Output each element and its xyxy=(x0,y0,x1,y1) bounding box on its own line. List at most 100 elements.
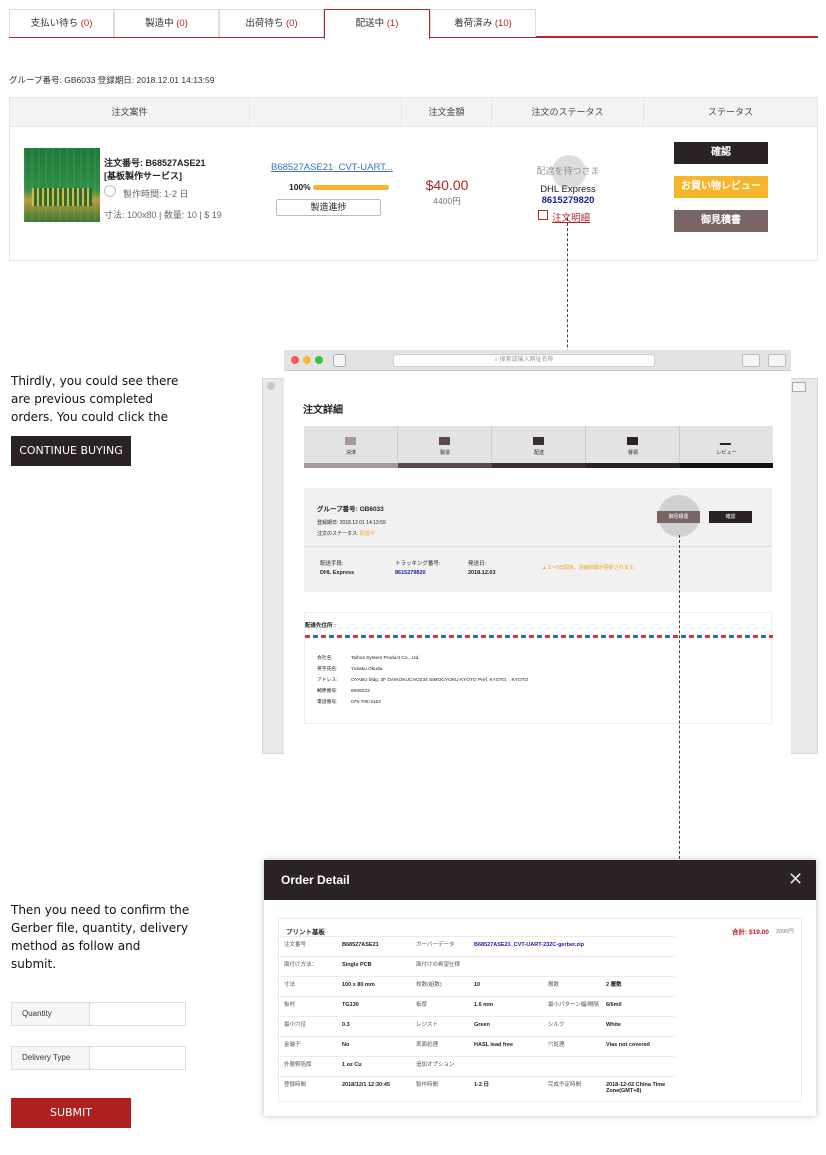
instruction-line: Thirdly, you could see there xyxy=(11,374,179,388)
continue-buying-button[interactable]: CONTINUE BUYING xyxy=(11,436,131,466)
tabs-overview-icon xyxy=(792,382,806,392)
instruction-text-1: Thirdly, you could see there are previou… xyxy=(11,372,178,426)
gerber-file-link[interactable]: B68527ASE21_CVT-UART... xyxy=(271,162,393,173)
spec-value: HASL lead free xyxy=(474,1042,514,1048)
warning-note: ▲ 1～3日間後、追跡情報が更新されます。 xyxy=(542,565,639,571)
tab-awaiting-payment[interactable]: 支払い待ち (0) xyxy=(9,9,114,37)
instruction-line: Gerber file, quantity, delivery xyxy=(11,921,189,935)
tab-count: (0) xyxy=(286,18,298,29)
spec-total-yen: 2090円 xyxy=(776,929,794,935)
spec-value[interactable]: B68527ASE21_CVT-UART-232C-gerber.zip xyxy=(474,942,584,948)
quantity-field[interactable]: Quantity xyxy=(11,1002,186,1026)
minimize-dot[interactable] xyxy=(303,356,311,364)
clock-icon xyxy=(104,185,116,197)
spec-key: 金端子 xyxy=(284,1042,301,1048)
progress-bar xyxy=(313,185,389,190)
instruction-text-2: Then you need to confirm the Gerber file… xyxy=(11,901,189,973)
spec-key: 層数 xyxy=(548,982,560,988)
tab-in-production[interactable]: 製造中 (0) xyxy=(114,9,219,37)
delivery-type-label: Delivery Type xyxy=(12,1047,90,1069)
spec-value: 1-2 日 xyxy=(474,1082,489,1088)
lead-time: 製作時間: 1-2 日 xyxy=(123,189,189,199)
spec-key: 表面処理 xyxy=(416,1042,439,1048)
spec-value: White xyxy=(606,1022,621,1028)
divider xyxy=(304,546,772,547)
detail-status: 注文のステータス: 配送中 xyxy=(317,530,375,537)
ship-date-label: 発送日: xyxy=(468,561,487,567)
step-receipt: 督領 xyxy=(586,426,680,463)
spec-key: 寸法 xyxy=(284,982,296,988)
shipment-summary: グループ番号: GB6033 登録期日: 2018.12.01 14:13:59… xyxy=(304,488,772,592)
addr-value: 6008223 xyxy=(351,689,370,694)
delivery-type-field[interactable]: Delivery Type xyxy=(11,1046,186,1070)
share-icon[interactable] xyxy=(742,354,760,367)
spec-value: Single PCB xyxy=(342,962,372,968)
spec-section-title: プリント基板 xyxy=(286,929,325,936)
spec-value: Green xyxy=(474,1022,490,1028)
tab-awaiting-shipment[interactable]: 出荷待ち (0) xyxy=(219,9,324,37)
spec-table: 注文番号 B68527ASE21 ガーバーデータ B68527ASE21_CVT-UA… xyxy=(278,936,674,1096)
detail-confirm-button[interactable]: 確認 xyxy=(709,511,752,523)
tab-count: (1) xyxy=(386,18,399,29)
step-label: レビュー xyxy=(716,450,737,456)
spec-row-divider xyxy=(278,956,674,957)
close-icon[interactable]: ✕ xyxy=(788,870,803,888)
detail-tracking-number[interactable]: 8615279820 xyxy=(395,570,426,576)
col-status: ステータス xyxy=(707,107,753,117)
submit-button[interactable]: SUBMIT xyxy=(11,1098,131,1128)
spec-row-divider xyxy=(278,936,674,937)
maximize-dot[interactable] xyxy=(315,356,323,364)
tab-shipping[interactable]: 配送中 (1) xyxy=(324,9,430,40)
close-dot[interactable] xyxy=(291,356,299,364)
spec-key: 製作時間 xyxy=(416,1082,439,1088)
status-value: 配送中 xyxy=(359,531,375,537)
spec-key: 外層銅箔厚 xyxy=(284,1062,312,1068)
col-order-item: 注文案件 xyxy=(10,98,250,127)
modal-title: Order Detail xyxy=(281,873,350,887)
tab-delivered[interactable]: 着荷済み (10) xyxy=(430,9,536,37)
step-bar xyxy=(492,463,586,468)
ship-method: DHL Express xyxy=(320,570,355,576)
spec-key: レジスト xyxy=(416,1022,439,1028)
spec-value: No xyxy=(342,1042,350,1048)
detail-group-number: グループ番号: GB6033 xyxy=(317,506,384,513)
spec-key: ガーバーデータ xyxy=(416,942,455,948)
spec-key: 追加オプション xyxy=(416,1062,455,1068)
spec-value: TG130 xyxy=(342,1002,359,1008)
tracking-number[interactable]: 8615279820 xyxy=(492,195,644,206)
detail-quote-button[interactable]: 御見積書 xyxy=(657,511,700,523)
instruction-line: are previous completed xyxy=(11,392,154,406)
tab-count: (0) xyxy=(176,18,188,29)
spec-key: 穴処理 xyxy=(548,1042,565,1048)
browser-window: ⌕ 搜索或输入网址名称 注文詳細 決済 製造 配送 督領 レビュー グループ番号… xyxy=(284,350,791,754)
spec-key: 最小パターン幅/間隔 xyxy=(548,1002,599,1008)
compass-icon[interactable] xyxy=(333,354,346,367)
spec-row-divider xyxy=(278,1016,674,1017)
review-button[interactable]: お買い物レビュー xyxy=(674,176,768,198)
table-header: 注文案件 注文金額 注文のステータス ステータス xyxy=(10,98,817,127)
spec-value: 2 層数 xyxy=(606,982,622,988)
quantity-label: Quantity xyxy=(12,1003,90,1025)
tabs-icon[interactable] xyxy=(768,354,786,367)
spec-value: B68527ASE21 xyxy=(342,942,379,948)
spec-row-divider xyxy=(278,1036,674,1037)
browser-titlebar: ⌕ 搜索或输入网址名称 xyxy=(284,350,791,371)
progress-fill xyxy=(313,185,389,190)
confirm-button[interactable]: 確認 xyxy=(674,142,768,164)
order-detail-link[interactable]: 注文明細 xyxy=(552,210,590,224)
service-type: [基板製作サービス] xyxy=(104,171,182,181)
ship-date: 2018.12.03 xyxy=(468,570,496,576)
spec-key: 面付け方法： xyxy=(284,962,318,968)
address-bar[interactable]: ⌕ 搜索或输入网址名称 xyxy=(393,354,655,367)
quote-button[interactable]: 御見積書 xyxy=(674,210,768,232)
tab-label: 支払い待ち xyxy=(30,18,79,29)
step-payment: 決済 xyxy=(304,426,398,463)
step-bar xyxy=(680,463,773,468)
tab-label: 着荷済み xyxy=(454,18,493,29)
spec-key: 完成予定時間 xyxy=(548,1082,582,1088)
production-progress-button[interactable]: 製造進捗 xyxy=(276,199,381,216)
tab-label: 配送中 xyxy=(355,18,385,29)
step-label: 決済 xyxy=(345,450,356,456)
address-placeholder: 搜索或输入网址名称 xyxy=(499,357,554,363)
spec-key: 板厚 xyxy=(416,1002,428,1008)
